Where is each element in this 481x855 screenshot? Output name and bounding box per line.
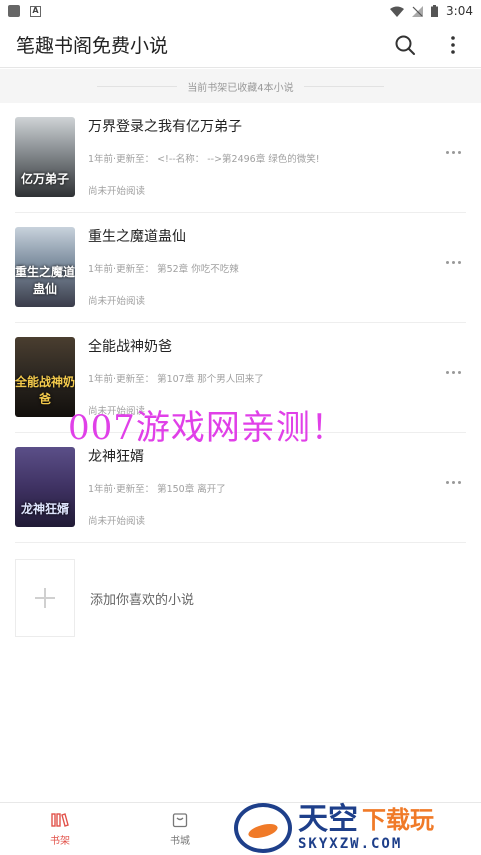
reading-status: 尚未开始阅读 [88, 296, 146, 307]
book-update: 1年前·更新至： 第52章 你吃不吃辣 [88, 264, 239, 275]
more-dot-icon [445, 370, 449, 374]
book-update: 1年前·更新至： <!--名称： -->第2496章 绿色的微笑! [88, 154, 320, 165]
book-cover[interactable]: 重生之魔道蛊仙 [15, 227, 75, 307]
site-logo-watermark: 天空 下载玩 SKYXZW.COM [234, 800, 481, 855]
add-book-label: 添加你喜欢的小说 [90, 592, 195, 608]
divider [303, 85, 384, 87]
book-more-button[interactable] [440, 255, 466, 269]
book-title[interactable]: 全能战神奶爸 [88, 337, 466, 357]
system-indicators: 3:04 [390, 4, 473, 18]
nav-item-store[interactable]: 书城 [120, 803, 240, 855]
book-cover[interactable]: 龙神狂婿 [15, 447, 75, 527]
plane-logo-icon [234, 802, 292, 853]
more-vertical-icon [451, 35, 455, 54]
more-dot-icon [457, 150, 461, 154]
cover-title: 亿万弟子 [20, 172, 69, 186]
shelf-count-text: 当前书架已收藏4本小说 [187, 82, 294, 94]
book-update: 1年前·更新至： 第150章 离开了 [88, 484, 226, 495]
page-title: 笔趣书阁免费小说 [16, 35, 169, 57]
reading-status: 尚未开始阅读 [88, 186, 146, 197]
cover-title: 重生之魔道蛊仙 [15, 265, 75, 296]
book-title[interactable]: 重生之魔道蛊仙 [88, 227, 466, 247]
more-dot-icon [451, 150, 455, 154]
plus-icon [35, 588, 55, 608]
book-meta: 万界登录之我有亿万弟子 1年前·更新至： <!--名称： -->第2496章 绿… [88, 117, 466, 197]
notification-square-icon [8, 5, 20, 17]
search-button[interactable] [393, 33, 417, 57]
cover-title: 全能战神奶爸 [15, 375, 75, 406]
book-title[interactable]: 龙神狂婿 [88, 447, 466, 467]
status-bar: A 3:04 [0, 0, 481, 22]
book-item[interactable]: 龙神狂婿 龙神狂婿 1年前·更新至： 第150章 离开了 尚未开始阅读 [15, 433, 466, 543]
logo-domain: SKYXZW.COM [298, 835, 403, 852]
header-actions [393, 33, 465, 57]
book-more-button[interactable] [440, 475, 466, 489]
book-item[interactable]: 亿万弟子 万界登录之我有亿万弟子 1年前·更新至： <!--名称： -->第24… [15, 103, 466, 213]
cover-title: 龙神狂婿 [20, 502, 69, 516]
book-update: 1年前·更新至： 第107章 那个男人回来了 [88, 374, 264, 385]
notification-icons: A [8, 5, 41, 17]
book-more-button[interactable] [440, 145, 466, 159]
nav-label: 书架 [50, 835, 70, 847]
logo-brand-big: 天空 [298, 801, 358, 837]
book-cover[interactable]: 全能战神奶爸 [15, 337, 75, 417]
battery-icon [431, 5, 439, 17]
more-dot-icon [457, 260, 461, 264]
book-more-button[interactable] [440, 365, 466, 379]
book-list: 亿万弟子 万界登录之我有亿万弟子 1年前·更新至： <!--名称： -->第24… [0, 103, 481, 543]
add-book-box[interactable] [15, 559, 75, 637]
nav-item-bookshelf[interactable]: 书架 [0, 803, 120, 855]
status-time: 3:04 [446, 4, 473, 18]
store-icon [172, 812, 188, 827]
shelf-info-bar: 当前书架已收藏4本小说 [0, 69, 481, 103]
book-cover[interactable]: 亿万弟子 [15, 117, 75, 197]
bookshelf-icon [51, 812, 69, 827]
book-title[interactable]: 万界登录之我有亿万弟子 [88, 117, 466, 137]
more-menu-button[interactable] [441, 33, 465, 57]
reading-status: 尚未开始阅读 [88, 516, 146, 527]
add-book-button[interactable]: 添加你喜欢的小说 [0, 543, 481, 637]
book-meta: 重生之魔道蛊仙 1年前·更新至： 第52章 你吃不吃辣 尚未开始阅读 [88, 227, 466, 307]
book-item[interactable]: 重生之魔道蛊仙 重生之魔道蛊仙 1年前·更新至： 第52章 你吃不吃辣 尚未开始… [15, 213, 466, 323]
wifi-icon [390, 6, 405, 17]
more-dot-icon [445, 260, 449, 264]
notification-a-icon: A [30, 5, 41, 17]
more-dot-icon [457, 480, 461, 484]
more-dot-icon [445, 480, 449, 484]
book-meta: 龙神狂婿 1年前·更新至： 第150章 离开了 尚未开始阅读 [88, 447, 466, 527]
signal-off-icon [412, 5, 424, 17]
search-icon [395, 35, 415, 55]
watermark-text: 007游戏网亲测！ [68, 408, 346, 448]
app-header: 笔趣书阁免费小说 [0, 22, 481, 68]
more-dot-icon [445, 150, 449, 154]
logo-brand-orange: 下载玩 [362, 805, 434, 834]
more-dot-icon [451, 370, 455, 374]
logo-text: 天空 下载玩 SKYXZW.COM [298, 801, 434, 852]
logo-brand: 天空 下载玩 [298, 801, 434, 837]
more-dot-icon [451, 480, 455, 484]
divider [97, 85, 178, 87]
nav-label: 书城 [170, 835, 190, 847]
more-dot-icon [451, 260, 455, 264]
more-dot-icon [457, 370, 461, 374]
